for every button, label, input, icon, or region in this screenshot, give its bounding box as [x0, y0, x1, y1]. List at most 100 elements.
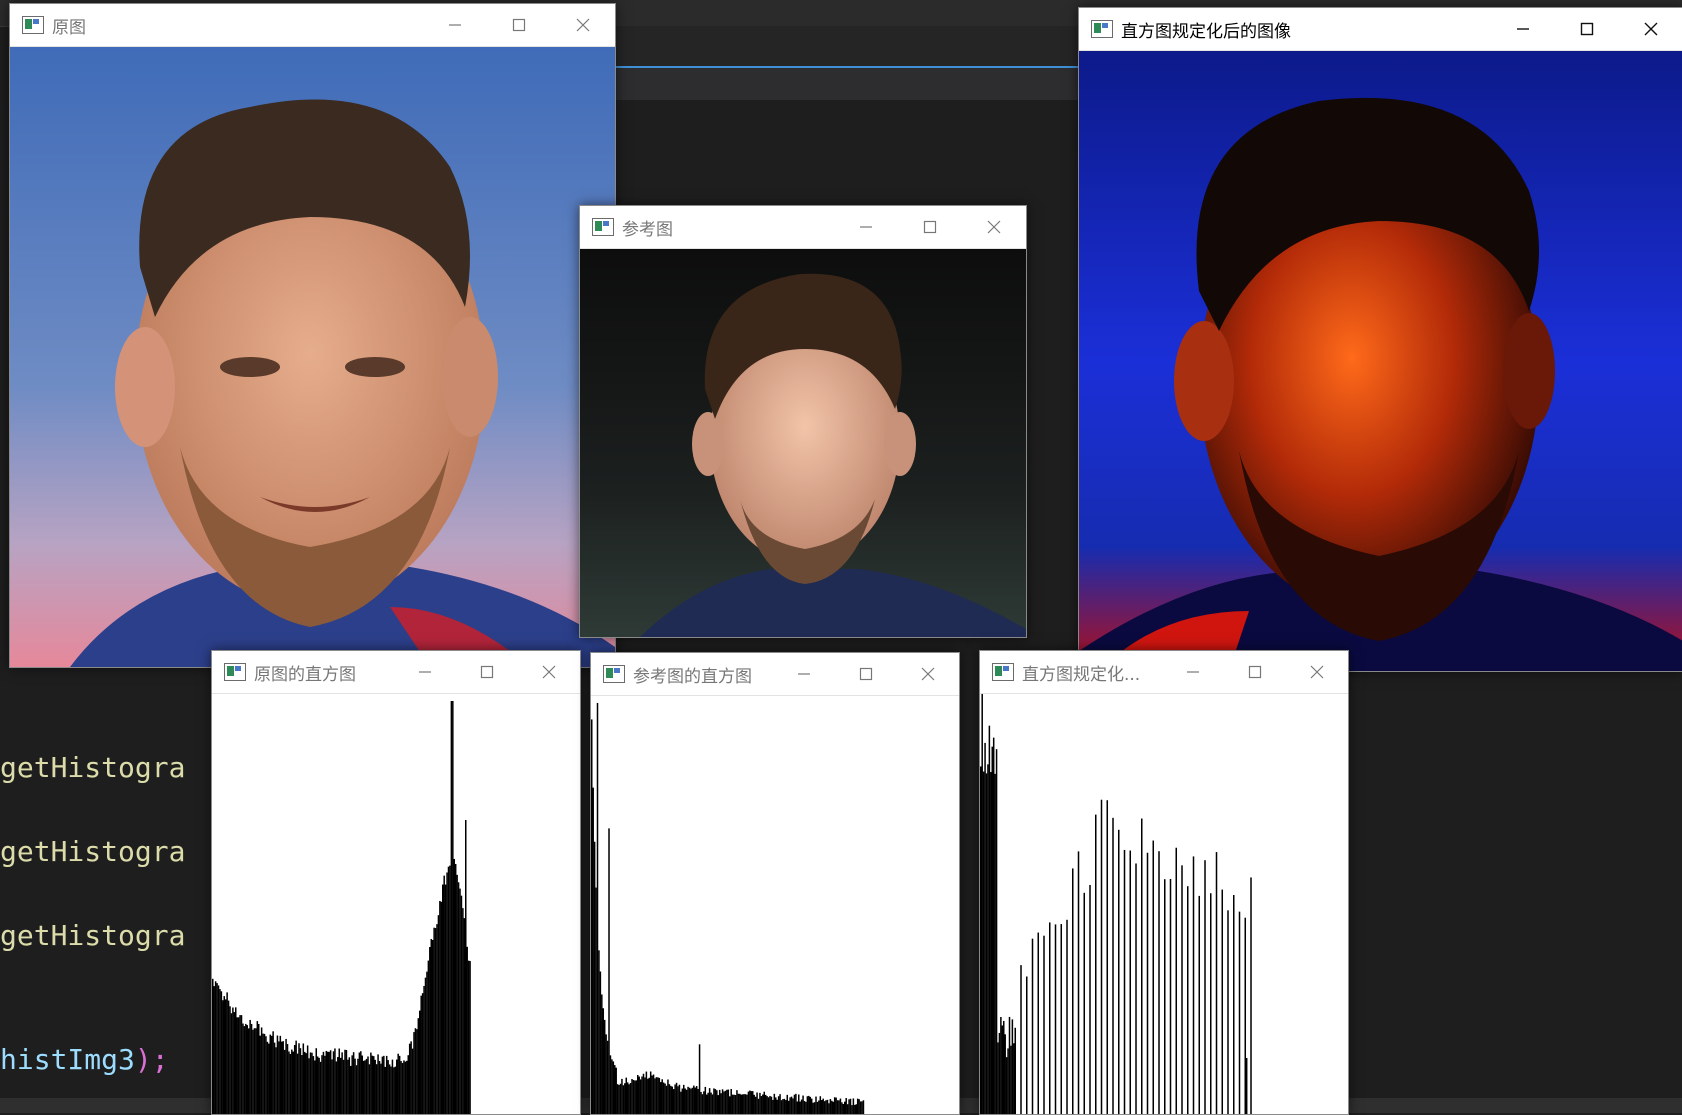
histogram-bar: [406, 1060, 408, 1114]
histogram-bar: [233, 1012, 236, 1114]
code-line[interactable]: getHistogra: [0, 836, 185, 868]
title-bar[interactable]: 原图: [10, 4, 615, 47]
maximize-button[interactable]: [835, 653, 897, 695]
title-bar[interactable]: 参考图的直方图: [591, 653, 959, 696]
maximize-icon: [859, 667, 873, 681]
histogram-bar: [373, 1056, 375, 1114]
histogram-bar: [1072, 868, 1074, 1114]
histogram-bar: [845, 1098, 847, 1114]
histogram-bar: [321, 1055, 323, 1114]
histogram-bar: [793, 1094, 796, 1114]
window-hist-result[interactable]: 直方图规定化...: [979, 650, 1349, 1115]
histogram-bar: [224, 999, 227, 1114]
window-reference-image[interactable]: 参考图: [579, 205, 1027, 638]
histogram-bar: [449, 865, 451, 1114]
histogram-bar: [292, 1051, 295, 1114]
minimize-button[interactable]: [394, 651, 456, 693]
histogram-bar: [645, 1071, 648, 1114]
code-line[interactable]: getHistogra: [0, 752, 185, 784]
minimize-button[interactable]: [1162, 651, 1224, 693]
histogram-bar: [602, 1008, 605, 1114]
histogram-bar: [833, 1097, 836, 1114]
histogram-bar: [281, 1041, 283, 1114]
maximize-button[interactable]: [456, 651, 518, 693]
histogram-bar: [652, 1074, 655, 1114]
histogram-bar: [618, 1084, 620, 1114]
window-original-image[interactable]: 原图: [9, 3, 616, 668]
histogram-bar: [446, 872, 448, 1114]
title-bar[interactable]: 原图的直方图: [212, 651, 580, 694]
maximize-button[interactable]: [1555, 8, 1619, 50]
histogram-bar: [744, 1094, 747, 1114]
histogram-bar: [647, 1078, 649, 1114]
histogram-bar: [396, 1059, 398, 1114]
histogram-bar: [987, 764, 989, 1114]
app-icon: [992, 663, 1014, 681]
histogram-bar: [413, 1032, 415, 1114]
close-icon: [1310, 665, 1324, 679]
histogram-bar: [982, 771, 985, 1114]
histogram-bar: [434, 928, 437, 1114]
histogram-bar: [624, 1083, 626, 1114]
window-hist-reference[interactable]: 参考图的直方图: [590, 652, 960, 1115]
histogram-bar: [1244, 917, 1247, 1114]
minimize-button[interactable]: [773, 653, 835, 695]
histogram-bar: [822, 1098, 824, 1114]
histogram-bar: [654, 1078, 656, 1114]
close-button[interactable]: [551, 4, 615, 46]
histogram-bar: [295, 1040, 297, 1114]
histogram-bar: [314, 1060, 316, 1114]
close-button[interactable]: [518, 651, 580, 693]
close-button[interactable]: [897, 653, 959, 695]
code-identifier: histImg3: [0, 1043, 135, 1076]
histogram-bar: [1210, 893, 1212, 1114]
window-hist-original[interactable]: 原图的直方图: [211, 650, 581, 1115]
histogram-bar: [698, 1044, 701, 1114]
histogram-bar: [612, 1061, 615, 1114]
title-bar[interactable]: 直方图规定化...: [980, 651, 1348, 694]
close-button[interactable]: [962, 206, 1026, 248]
histogram-bar: [1007, 1048, 1009, 1114]
histogram-bar: [861, 1101, 863, 1114]
histogram-bar: [632, 1079, 635, 1114]
histogram-bar: [638, 1076, 640, 1114]
histogram-bar: [232, 1007, 234, 1114]
histogram-bar: [408, 1043, 411, 1114]
gutter-fragment: ▕: [0, 370, 14, 395]
gutter-fragment: ▕: [0, 110, 14, 135]
histogram-bar: [625, 1077, 628, 1114]
minimize-button[interactable]: [1491, 8, 1555, 50]
histogram-bar: [354, 1058, 356, 1114]
code-line[interactable]: getHistogra: [0, 920, 185, 952]
histogram-bar: [341, 1052, 343, 1114]
histogram-bar: [810, 1098, 813, 1114]
close-button[interactable]: [1619, 8, 1682, 50]
histogram-bar: [1010, 1045, 1012, 1114]
minimize-button[interactable]: [834, 206, 898, 248]
histogram-bar: [1011, 1019, 1014, 1114]
histogram-bar: [991, 746, 994, 1114]
histogram-bar: [710, 1092, 712, 1114]
maximize-button[interactable]: [898, 206, 962, 248]
title-bar[interactable]: 直方图规定化后的图像: [1079, 8, 1682, 51]
image-reference: [580, 249, 1026, 637]
histogram-bar: [316, 1056, 319, 1114]
maximize-button[interactable]: [487, 4, 551, 46]
histogram-bar: [345, 1050, 348, 1114]
histogram-bar: [216, 983, 218, 1114]
histogram-bar: [255, 1028, 257, 1114]
histogram-bar: [691, 1087, 694, 1114]
histogram-bar: [721, 1089, 724, 1114]
close-button[interactable]: [1286, 651, 1348, 693]
minimize-button[interactable]: [423, 4, 487, 46]
window-result-image[interactable]: 直方图规定化后的图像: [1078, 7, 1682, 672]
code-line[interactable]: histImg3);: [0, 1044, 169, 1076]
histogram-bar: [286, 1044, 289, 1114]
title-bar[interactable]: 参考图: [580, 206, 1026, 249]
histogram-bar: [222, 1000, 224, 1114]
histogram-bar: [749, 1090, 751, 1114]
histogram-bar: [236, 1017, 238, 1114]
histogram-bar: [672, 1089, 675, 1114]
histogram-bar: [767, 1097, 770, 1114]
maximize-button[interactable]: [1224, 651, 1286, 693]
